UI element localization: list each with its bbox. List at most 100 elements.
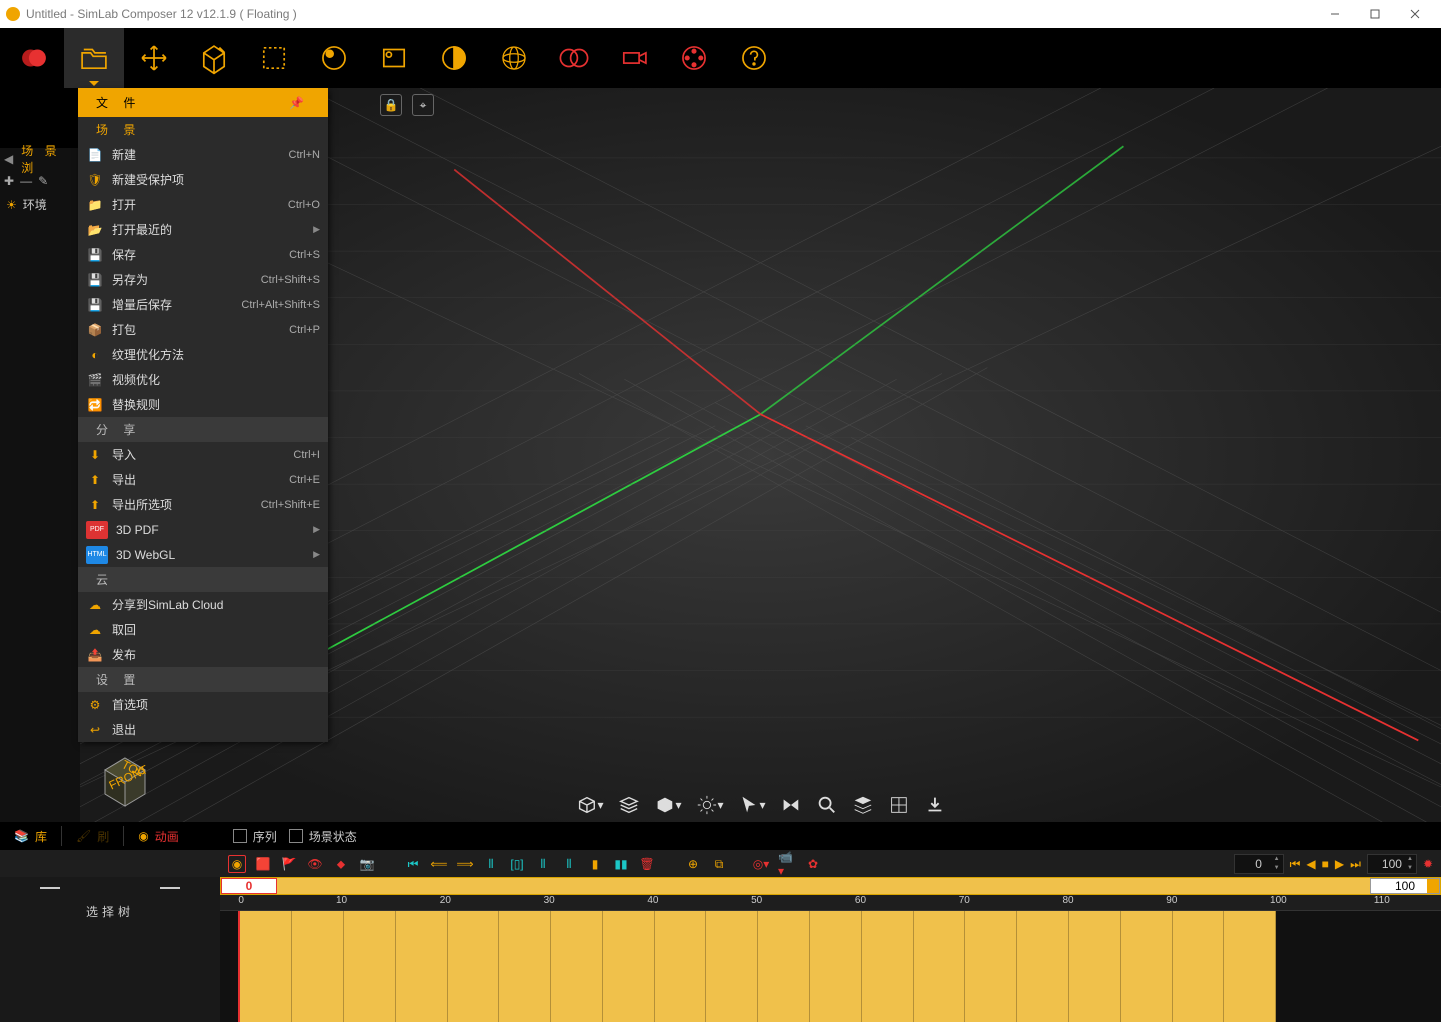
goto-start-icon[interactable]: ⏮ [1290,857,1301,872]
tl-flag-icon[interactable]: 🚩 [280,855,298,873]
minimize-button[interactable] [1315,0,1355,28]
menu-open[interactable]: 📁打开Ctrl+O [78,192,328,217]
menu-pack[interactable]: 📦打包Ctrl+P [78,317,328,342]
cube-dropdown-icon[interactable]: ▾ [575,794,603,816]
menu-export[interactable]: ⬆导出Ctrl+E [78,467,328,492]
stop-icon[interactable]: ■ [1322,857,1329,871]
light-icon[interactable]: ▾ [696,794,724,816]
maximize-button[interactable] [1355,0,1395,28]
remove-icon[interactable]: — [20,174,32,188]
tl-cam-icon[interactable]: 📷 [358,855,376,873]
file-menu: 文 件 📌 场 景 📄新建Ctrl+N 🛡新建受保护项 📁打开Ctrl+O 📂打… [78,88,328,742]
range-end[interactable]: 100 [1370,878,1440,894]
pin-icon[interactable]: 📌 [289,96,310,110]
frame-start-input[interactable]: 0▲▼ [1234,854,1284,874]
tl-bars2-icon[interactable]: ⦀ [534,855,552,873]
record-button[interactable] [4,28,64,88]
stack-icon[interactable] [852,794,874,816]
menu-open-recent[interactable]: 📂打开最近的▶ [78,217,328,242]
tab-sequence[interactable]: 序列 [233,828,277,845]
nav-cube[interactable]: FRONT TOP [90,742,160,812]
tl-eye-icon[interactable]: 👁 [306,855,324,873]
tl-double-icon[interactable]: ▮▮ [612,855,630,873]
tab-animation[interactable]: ◉动画 [124,822,193,850]
scene-browser-header[interactable]: ◀ 场 景 浏 [0,148,80,170]
frame-end-input[interactable]: 100▲▼ [1367,854,1417,874]
tl-bracket-icon[interactable]: [▯] [508,855,526,873]
selection-tool-button[interactable] [244,28,304,88]
tab-scene-state[interactable]: 场景状态 [289,828,357,845]
menu-replace[interactable]: 🔁替换规则 [78,392,328,417]
add-icon[interactable]: ✚ [4,174,14,188]
tab-brush[interactable]: 🖌刷 [62,822,123,850]
tl-dup-icon[interactable]: ⧉ [710,855,728,873]
help-button[interactable] [724,28,784,88]
vp-focus-icon[interactable]: ⌖ [412,94,434,116]
range-handle-icon[interactable] [1427,879,1439,893]
menu-3dwebgl[interactable]: HTML3D WebGL▶ [78,542,328,567]
menu-retrieve[interactable]: ☁取回 [78,617,328,642]
menu-3dpdf[interactable]: PDF3D PDF▶ [78,517,328,542]
contrast-button[interactable] [424,28,484,88]
edit-pencil-icon[interactable]: ✎ [38,174,48,188]
vr-button[interactable] [544,28,604,88]
menu-import[interactable]: ⬇导入Ctrl+I [78,442,328,467]
play-icon[interactable]: ▶ [1335,857,1344,871]
tl-gear-icon[interactable]: ✿ [804,855,822,873]
tl-next-key-icon[interactable]: ⟹ [456,855,474,873]
material-button[interactable] [304,28,364,88]
grid-icon[interactable] [888,794,910,816]
menu-save[interactable]: 💾保存Ctrl+S [78,242,328,267]
menu-share-cloud[interactable]: ☁分享到SimLab Cloud [78,592,328,617]
render-button[interactable] [364,28,424,88]
zoom-icon[interactable] [816,794,838,816]
goto-end-icon[interactable]: ⏭ [1350,857,1361,872]
timeline-track[interactable] [220,911,1441,1022]
menu-save-inc[interactable]: 💾增量后保存Ctrl+Alt+Shift+S [78,292,328,317]
camera-button[interactable] [604,28,664,88]
menu-prefs[interactable]: ⚙首选项 [78,692,328,717]
close-button[interactable] [1395,0,1435,28]
cursor-icon[interactable]: ▾ [738,794,766,816]
tl-record-icon[interactable]: ◉ [228,855,246,873]
edit-tool-button[interactable] [184,28,244,88]
tl-strip-icon[interactable]: ▮ [586,855,604,873]
tl-bars3-icon[interactable]: ⦀ [560,855,578,873]
menu-publish[interactable]: 📤发布 [78,642,328,667]
menu-new[interactable]: 📄新建Ctrl+N [78,142,328,167]
menu-vid-opt[interactable]: 🎬视频优化 [78,367,328,392]
tl-trash-icon[interactable]: 🗑 [638,855,656,873]
menu-export-sel[interactable]: ⬆导出所选项Ctrl+Shift+E [78,492,328,517]
menu-save-as[interactable]: 💾另存为Ctrl+Shift+S [78,267,328,292]
tab-library[interactable]: 📚库 [0,822,61,850]
tl-settings-icon[interactable]: ✹ [1423,857,1433,871]
folder-icon: 📁 [86,196,104,214]
timeline-range[interactable]: 0 100 [220,877,1441,895]
reel-button[interactable] [664,28,724,88]
globe-button[interactable] [484,28,544,88]
anim-icon: ◉ [138,829,148,843]
layers-icon[interactable] [617,794,639,816]
menu-new-protected[interactable]: 🛡新建受保护项 [78,167,328,192]
tl-cam2-icon[interactable]: 📹▾ [778,855,796,873]
download-icon[interactable] [924,794,946,816]
step-back-icon[interactable]: ◀ [1306,857,1315,871]
timeline-ruler[interactable]: 0 10 20 30 40 50 60 70 80 90 100 110 [220,895,1441,911]
menu-tex-opt[interactable]: ◐纹理优化方法 [78,342,328,367]
tl-cube-icon[interactable]: 🟥 [254,855,272,873]
tl-marker-icon[interactable]: ⏮ [404,855,422,873]
tl-key-icon[interactable]: ⬥ [332,855,350,873]
tl-prev-key-icon[interactable]: ⟸ [430,855,448,873]
file-menu-button[interactable] [64,28,124,88]
solid-cube-icon[interactable]: ▾ [653,794,681,816]
tl-loop-icon[interactable]: ◎▾ [752,855,770,873]
vp-lock-icon[interactable]: 🔒 [380,94,402,116]
move-tool-button[interactable] [124,28,184,88]
range-start[interactable]: 0 [221,878,277,894]
environment-item[interactable]: ☀ 环境 [0,192,80,217]
menu-exit[interactable]: ↩退出 [78,717,328,742]
bowtie-icon[interactable] [780,794,802,816]
timeline-clip[interactable] [238,911,1276,1022]
tl-bars1-icon[interactable]: ⦀ [482,855,500,873]
tl-add-icon[interactable]: ⊕ [684,855,702,873]
